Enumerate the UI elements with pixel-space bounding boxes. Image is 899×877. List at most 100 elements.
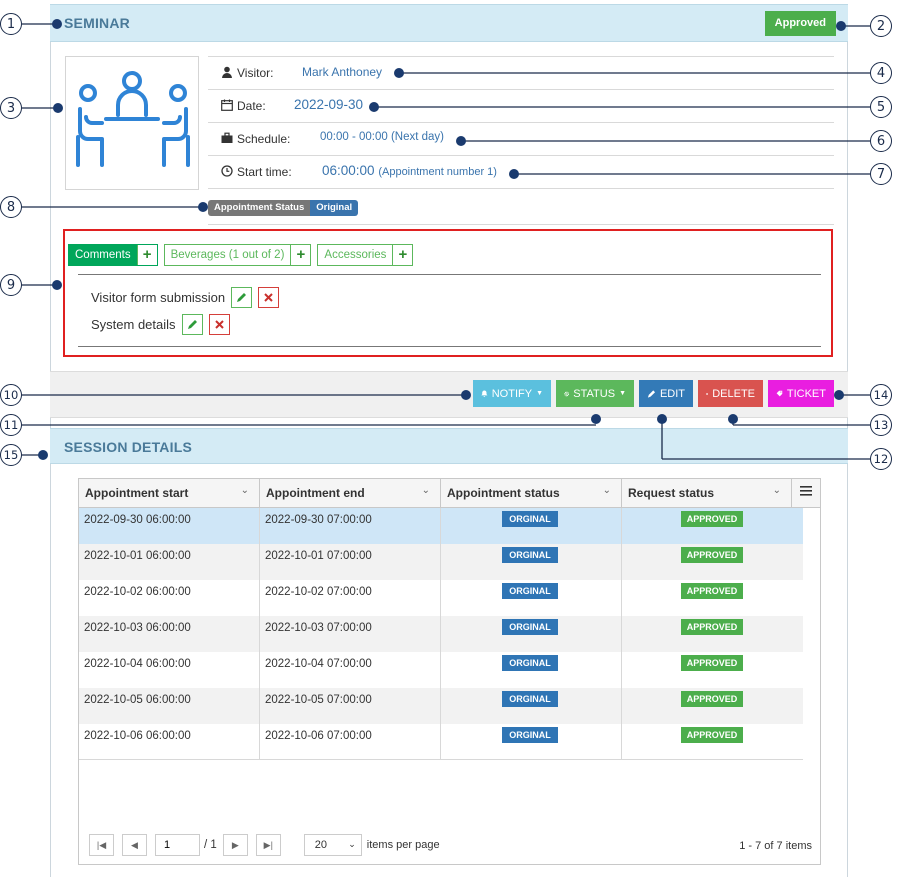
- cell-appointment-end: 2022-10-02 07:00:00: [260, 580, 441, 616]
- chevron-down-icon[interactable]: ⌄: [773, 485, 781, 496]
- info-separator: [208, 188, 834, 189]
- column-menu-button[interactable]: [792, 479, 820, 508]
- table-row[interactable]: 2022-10-01 06:00:00 2022-10-01 07:00:00 …: [79, 544, 803, 580]
- approved-badge: APPROVED: [681, 583, 743, 599]
- callout-8: 8: [0, 196, 22, 218]
- add-accessory-icon[interactable]: +: [392, 245, 413, 265]
- callout-dot: [369, 102, 379, 112]
- first-page-button[interactable]: |◀: [89, 834, 114, 856]
- cell-request-status: APPROVED: [622, 580, 803, 616]
- cell-appointment-end: 2022-10-03 07:00:00: [260, 616, 441, 652]
- edit-comment-button[interactable]: [231, 287, 253, 308]
- callout-7: 7: [870, 163, 892, 185]
- original-badge: ORGINAL: [502, 727, 558, 743]
- date-value: 2022-09-30: [294, 97, 364, 112]
- notify-label: NOTIFY: [491, 387, 533, 400]
- pager: |◀ ◀ / 1 ▶ ▶| 20 ⌄ items per page: [89, 834, 440, 856]
- tab-comments-label[interactable]: Comments: [69, 245, 137, 265]
- column-header-appointment-status[interactable]: Appointment status ⌄: [441, 479, 622, 508]
- visitor-row: Visitor: Mark Anthoney: [208, 56, 834, 89]
- column-header-appointment-start[interactable]: Appointment start ⌄: [79, 479, 260, 508]
- column-title: Appointment end: [266, 486, 365, 500]
- total-pages: / 1: [204, 839, 217, 851]
- page-size-value: 20: [314, 839, 328, 851]
- schedule-value: 00:00 - 00:00 (Next day): [320, 131, 445, 143]
- callout-9: 9: [0, 274, 22, 296]
- tab-accessories[interactable]: Accessories +: [317, 244, 414, 266]
- callout-dot: [461, 390, 471, 400]
- cell-appointment-end: 2022-10-01 07:00:00: [260, 544, 441, 580]
- table-row[interactable]: 2022-10-03 06:00:00 2022-10-03 07:00:00 …: [79, 616, 803, 652]
- table-row[interactable]: 2022-10-05 06:00:00 2022-10-05 07:00:00 …: [79, 688, 803, 724]
- callout-dot: [657, 414, 667, 424]
- schedule-row: Schedule: 00:00 - 00:00 (Next day): [208, 122, 834, 155]
- callout-6: 6: [870, 130, 892, 152]
- comment-label: System details: [91, 317, 176, 332]
- callout-13: 13: [870, 414, 892, 436]
- page-size-select[interactable]: 20 ⌄: [303, 834, 362, 856]
- chevron-down-icon[interactable]: ⌄: [603, 485, 611, 496]
- grid-header: Appointment start ⌄ Appointment end ⌄ Appo…: [79, 479, 820, 508]
- cell-appointment-start: 2022-10-05 06:00:00: [79, 688, 260, 724]
- callout-dot: [52, 19, 62, 29]
- notify-button[interactable]: NOTIFY ▼: [473, 380, 551, 407]
- appointment-status-badge: Appointment Status Original: [208, 200, 359, 216]
- delete-comment-button[interactable]: [208, 314, 230, 335]
- callout-dot: [53, 103, 63, 113]
- cell-appointment-start: 2022-10-06 06:00:00: [79, 724, 260, 760]
- start-time: 06:00:00: [322, 163, 375, 178]
- chevron-down-icon[interactable]: ⌄: [422, 485, 430, 496]
- caret-down-icon: ▼: [536, 390, 543, 397]
- tab-comments[interactable]: Comments +: [68, 244, 158, 266]
- cell-appointment-status: ORGINAL: [441, 580, 622, 616]
- comment-label: Visitor form submission: [91, 290, 226, 305]
- schedule-label: Schedule:: [237, 132, 291, 146]
- ticket-button[interactable]: TICKET: [768, 380, 834, 407]
- chevron-down-icon[interactable]: ⌄: [241, 485, 249, 496]
- table-row[interactable]: 2022-10-02 06:00:00 2022-10-02 07:00:00 …: [79, 580, 803, 616]
- briefcase-icon: [221, 132, 233, 143]
- cell-appointment-status: ORGINAL: [441, 508, 622, 544]
- tab-beverages[interactable]: Beverages (1 out of 2) +: [163, 244, 312, 266]
- table-row[interactable]: 2022-10-06 06:00:00 2022-10-06 07:00:00 …: [79, 724, 803, 760]
- edit-button[interactable]: EDIT: [639, 380, 693, 407]
- approved-badge: APPROVED: [681, 727, 743, 743]
- table-row[interactable]: 2022-09-30 06:00:00 2022-09-30 07:00:00 …: [79, 508, 803, 544]
- visitor-value[interactable]: Mark Anthoney: [302, 65, 382, 79]
- delete-label: DELETE: [712, 387, 755, 400]
- seminar-title: SEMINAR: [64, 15, 130, 31]
- cell-appointment-start: 2022-09-30 06:00:00: [79, 508, 260, 544]
- delete-button[interactable]: DELETE: [698, 380, 763, 407]
- meeting-avatar: [65, 56, 199, 190]
- callout-dot: [52, 280, 62, 290]
- table-row[interactable]: 2022-10-04 06:00:00 2022-10-04 07:00:00 …: [79, 652, 803, 688]
- prev-page-button[interactable]: ◀: [122, 834, 147, 856]
- tab-accessories-label[interactable]: Accessories: [318, 245, 392, 265]
- page-size-label: items per page: [366, 839, 440, 851]
- callout-2: 2: [870, 15, 892, 37]
- original-badge: ORGINAL: [502, 583, 558, 599]
- date-label: Date:: [237, 99, 266, 113]
- pencil-icon: [187, 320, 197, 329]
- cell-appointment-start: 2022-10-04 06:00:00: [79, 652, 260, 688]
- callout-dot: [394, 68, 404, 78]
- add-comment-icon[interactable]: +: [136, 245, 157, 265]
- tab-beverages-label[interactable]: Beverages (1 out of 2): [165, 245, 291, 265]
- add-beverage-icon[interactable]: +: [290, 245, 311, 265]
- callout-dot: [591, 414, 601, 424]
- session-grid: Appointment start ⌄ Appointment end ⌄ Appo…: [78, 478, 821, 865]
- page-number-input[interactable]: [155, 834, 200, 856]
- appointment-number: (Appointment number 1): [378, 166, 497, 178]
- column-header-request-status[interactable]: Request status ⌄: [622, 479, 792, 508]
- last-page-button[interactable]: ▶|: [255, 834, 281, 856]
- pager-summary: 1 - 7 of 7 items: [739, 840, 812, 852]
- edit-comment-button[interactable]: [181, 314, 203, 335]
- column-header-appointment-end[interactable]: Appointment end ⌄: [260, 479, 441, 508]
- next-page-button[interactable]: ▶: [222, 834, 248, 856]
- status-button[interactable]: STATUS ▼: [556, 380, 634, 407]
- comments-top-divider: [78, 274, 821, 275]
- callout-3: 3: [0, 97, 22, 119]
- original-badge: ORGINAL: [502, 691, 558, 707]
- delete-comment-button[interactable]: [258, 287, 280, 308]
- hamburger-menu-icon: [800, 486, 812, 496]
